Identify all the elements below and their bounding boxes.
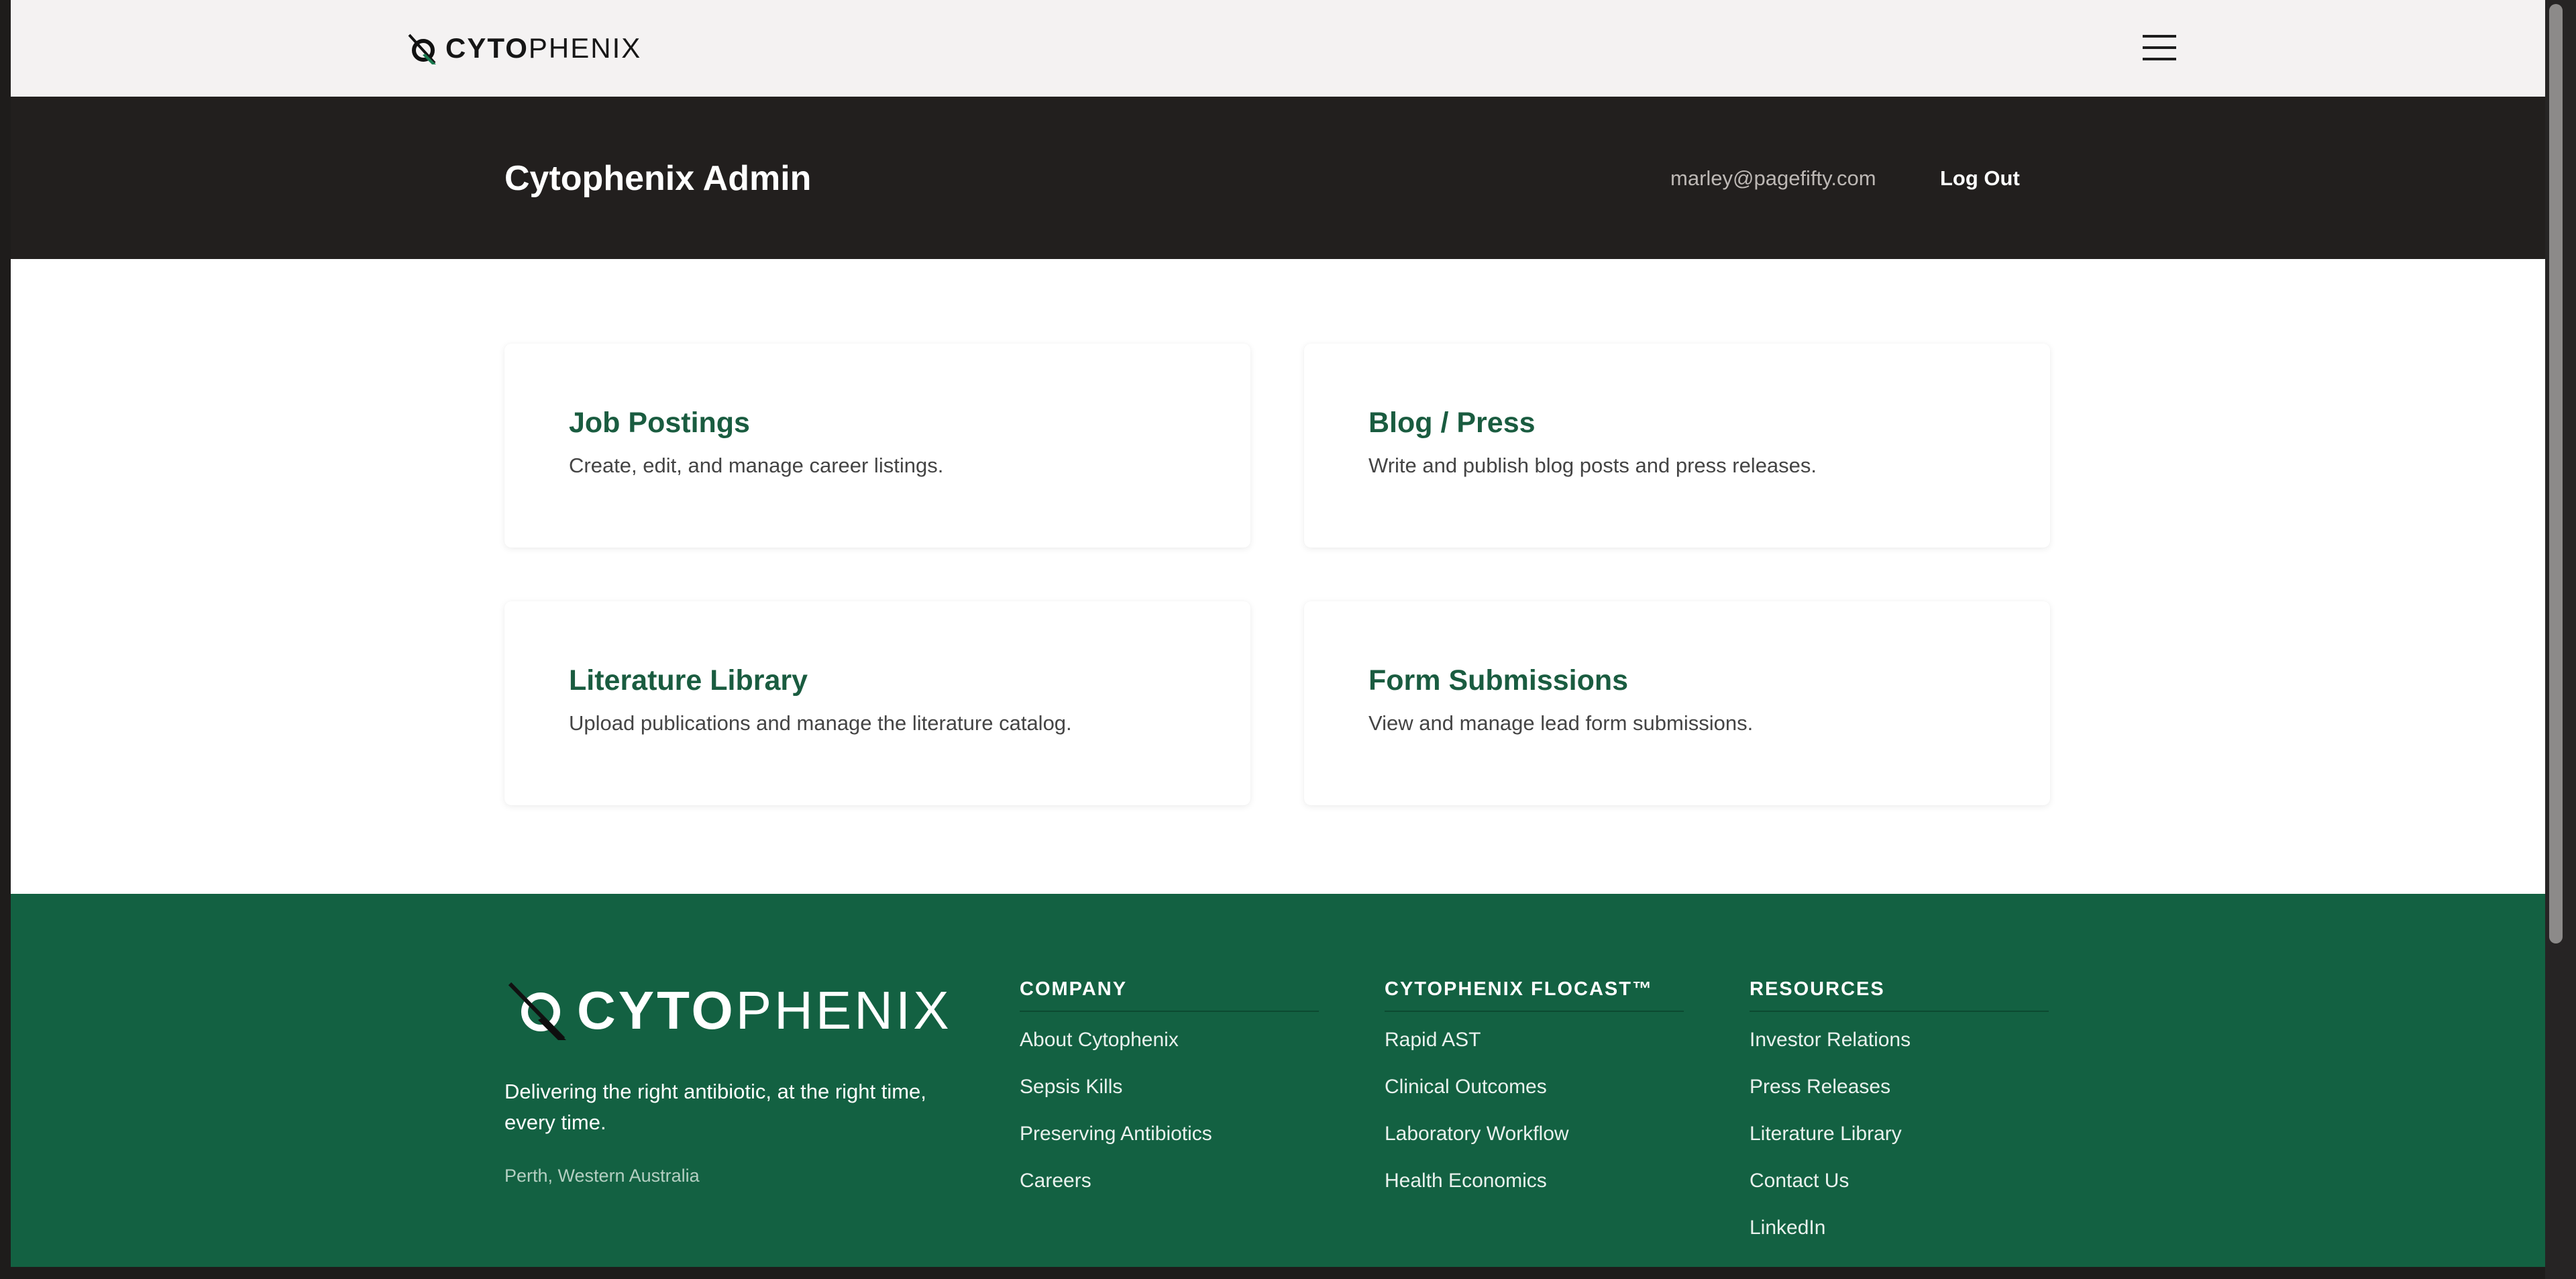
hamburger-menu-icon[interactable] [2143,35,2176,60]
footer-link[interactable]: Investor Relations [1750,1027,2049,1054]
footer-link[interactable]: Clinical Outcomes [1385,1074,1684,1101]
card-blog-press[interactable]: Blog / Press Write and publish blog post… [1304,344,2050,548]
window-bottom-edge [0,1267,2545,1279]
logout-button[interactable]: Log Out [1940,165,2020,192]
footer-column-heading: RESOURCES [1750,976,2049,1012]
footer-column-heading: CYTOPHENIX FLOCAST™ [1385,976,1684,1012]
cytophenix-logo-icon [408,34,436,64]
footer-tagline: Delivering the right antibiotic, at the … [504,1080,926,1134]
card-description: Write and publish blog posts and press r… [1368,454,1817,477]
card-description: Create, edit, and manage career listings… [569,454,944,477]
card-literature-library[interactable]: Literature Library Upload publications a… [504,601,1250,805]
footer-logo[interactable]: CYTOPHENIX [504,978,952,1043]
footer-link[interactable]: About Cytophenix [1020,1027,1319,1054]
card-title: Blog / Press [1368,407,1536,439]
card-title: Form Submissions [1368,664,1629,697]
page-title: Cytophenix Admin [504,159,812,198]
footer-link[interactable]: Rapid AST [1385,1027,1684,1054]
browser-viewport: CYTOPHENIX Cytophenix Admin marley@pagef… [11,0,2545,1267]
footer-link[interactable]: Health Economics [1385,1168,1684,1194]
card-description: View and manage lead form submissions. [1368,711,1754,735]
footer-column-resources: RESOURCES Investor Relations Press Relea… [1750,976,2049,1262]
footer-link[interactable]: Press Releases [1750,1074,2049,1101]
footer-link[interactable]: LinkedIn [1750,1215,2049,1241]
card-title: Literature Library [569,664,808,697]
footer-link[interactable]: Sepsis Kills [1020,1074,1319,1101]
card-form-submissions[interactable]: Form Submissions View and manage lead fo… [1304,601,2050,805]
user-email: marley@pagefifty.com [1670,166,1876,190]
footer-link[interactable]: Careers [1020,1168,1319,1194]
footer-link[interactable]: Literature Library [1750,1121,2049,1147]
card-job-postings[interactable]: Job Postings Create, edit, and manage ca… [504,344,1250,548]
footer-link[interactable]: Laboratory Workflow [1385,1121,1684,1147]
admin-header-bar: Cytophenix Admin marley@pagefifty.com Lo… [11,97,2545,259]
card-description: Upload publications and manage the liter… [569,711,1072,735]
logo-wordmark: CYTOPHENIX [445,32,642,64]
top-navigation: CYTOPHENIX [11,0,2545,97]
footer-link[interactable]: Contact Us [1750,1168,2049,1194]
scrollbar-thumb[interactable] [2549,4,2563,943]
footer-location: Perth, Western Australia [504,1166,700,1186]
footer-link[interactable]: Preserving Antibiotics [1020,1121,1319,1147]
cytophenix-logo-icon [508,982,566,1041]
card-title: Job Postings [569,407,750,439]
footer-column-flocast: CYTOPHENIX FLOCAST™ Rapid AST Clinical O… [1385,976,1684,1215]
footer-column-company: COMPANY About Cytophenix Sepsis Kills Pr… [1020,976,1319,1215]
footer-column-heading: COMPANY [1020,976,1319,1012]
site-footer: CYTOPHENIX Delivering the right antibiot… [11,894,2545,1267]
site-logo[interactable]: CYTOPHENIX [405,31,641,66]
footer-logo-wordmark: CYTOPHENIX [577,980,952,1040]
